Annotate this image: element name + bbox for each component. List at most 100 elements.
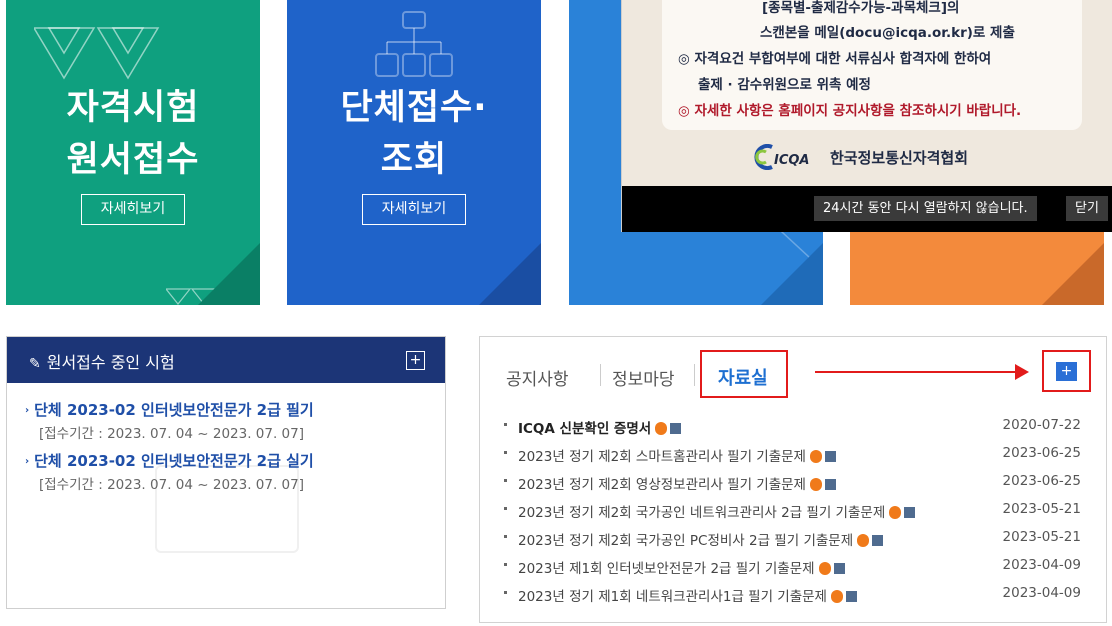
- disk-icon: [670, 423, 682, 434]
- post-title[interactable]: 2023년 정기 제2회 국가공인 PC정비사 2급 필기 기출문제: [518, 529, 884, 549]
- post-date: 2023-06-25: [1002, 445, 1081, 461]
- post-date: 2023-06-25: [1002, 473, 1081, 489]
- hot-icon: [889, 506, 902, 519]
- post-row[interactable]: 2023년 정기 제1회 네트워크관리사1급 필기 기출문제 2023-04-0…: [504, 583, 1081, 605]
- popup-text-line: ◎ 자세한 사항은 홈페이지 공지사항을 참조하시기 바랍니다.: [678, 103, 1022, 119]
- popup-close-button[interactable]: 닫기: [1066, 196, 1108, 221]
- post-title[interactable]: 2023년 정기 제2회 스마트홈관리사 필기 기출문제: [518, 445, 836, 465]
- exam-panel-title-text: 원서접수 중인 시험: [46, 353, 175, 372]
- board-more-button[interactable]: +: [1056, 362, 1077, 381]
- post-date: 2023-05-21: [1002, 501, 1081, 517]
- hot-icon: [809, 450, 822, 463]
- exam-list-item[interactable]: › 단체 2023-02 인터넷보안전문가 2급 실기 [접수기간 : 2023.…: [25, 450, 314, 493]
- post-row[interactable]: 2023년 정기 제2회 스마트홈관리사 필기 기출문제 2023-06-25: [504, 443, 1081, 465]
- tab-archive[interactable]: 자료실: [718, 364, 768, 390]
- disk-icon: [824, 479, 836, 490]
- post-date: 2023-05-21: [1002, 529, 1081, 545]
- bullet-icon: [504, 423, 507, 426]
- post-title[interactable]: ICQA 신분확인 증명서: [518, 417, 682, 437]
- exam-item-period: [접수기간 : 2023. 07. 04 ~ 2023. 07. 07]: [39, 477, 304, 493]
- notice-popup: [종목별-출제감수가능-과목체크]의 스캔본을 메일(docu@icqa.or.…: [621, 0, 1112, 232]
- tile-title-line: 단체접수·: [340, 88, 488, 128]
- hot-icon: [655, 422, 668, 435]
- disk-icon: [833, 563, 845, 574]
- exam-item-title[interactable]: › 단체 2023-02 인터넷보안전문가 2급 실기: [25, 450, 314, 471]
- post-title[interactable]: 2023년 제1회 인터넷보안전문가 2급 필기 기출문제: [518, 557, 845, 577]
- post-title-text: 2023년 제1회 인터넷보안전문가 2급 필기 기출문제: [518, 561, 815, 577]
- popup-text-line: 출제 · 감수위원으로 위촉 예정: [698, 77, 871, 93]
- exam-item-title-text: 단체 2023-02 인터넷보안전문가 2급 필기: [34, 401, 314, 419]
- apply-detail-button[interactable]: 자세히보기: [81, 194, 185, 225]
- tile-title-line: 원서접수: [66, 140, 200, 180]
- exam-item-title-text: 단체 2023-02 인터넷보안전문가 2급 실기: [34, 452, 314, 470]
- bullet-icon: [504, 479, 507, 482]
- org-chart-icon: [375, 11, 453, 77]
- chevron-right-icon: ›: [25, 405, 30, 416]
- group-detail-button[interactable]: 자세히보기: [362, 194, 466, 225]
- hot-icon: [809, 478, 822, 491]
- more-button-highlight: +: [1042, 350, 1091, 392]
- post-title[interactable]: 2023년 정기 제2회 국가공인 네트워크관리사 2급 필기 기출문제: [518, 501, 916, 521]
- popup-text-line: [종목별-출제감수가능-과목체크]의: [762, 0, 960, 16]
- hot-icon: [857, 534, 870, 547]
- annotation-arrow-line: [815, 371, 1017, 373]
- icqa-logo: ICQA 한국정보통신자격협회: [750, 142, 968, 172]
- post-title-text: 2023년 정기 제2회 스마트홈관리사 필기 기출문제: [518, 449, 806, 465]
- post-row[interactable]: 2023년 정기 제2회 영상정보관리사 필기 기출문제 2023-06-25: [504, 471, 1081, 493]
- disk-icon: [845, 591, 857, 602]
- popup-text-line: ◎ 자격요건 부합여부에 대한 서류심사 합격자에 한하여: [678, 51, 992, 67]
- pencil-icon: ✎: [29, 356, 41, 372]
- bullet-icon: [504, 563, 507, 566]
- post-row[interactable]: ICQA 신분확인 증명서 2020-07-22: [504, 415, 1081, 437]
- tile-group-application-title: 단체접수· 조회: [287, 82, 541, 186]
- bullet-icon: [504, 591, 507, 594]
- tab-divider: [600, 364, 601, 386]
- post-row[interactable]: 2023년 정기 제2회 국가공인 네트워크관리사 2급 필기 기출문제 202…: [504, 499, 1081, 521]
- bullet-icon: [504, 451, 507, 454]
- hot-icon: [818, 562, 831, 575]
- tile-title-line: 조회: [380, 140, 448, 180]
- post-row[interactable]: 2023년 정기 제2회 국가공인 PC정비사 2급 필기 기출문제 2023-…: [504, 527, 1081, 549]
- tile-corner-decoration: [479, 243, 541, 305]
- bullet-icon: [504, 507, 507, 510]
- hide-24h-button[interactable]: 24시간 동안 다시 열람하지 않습니다.: [814, 196, 1037, 221]
- icqa-logo-text: 한국정보통신자격협회: [830, 148, 969, 167]
- post-date: 2023-04-09: [1002, 585, 1081, 601]
- disk-icon: [872, 535, 884, 546]
- tile-exam-application-title: 자격시험 원서접수: [6, 82, 260, 186]
- tab-info[interactable]: 정보마당: [612, 365, 675, 390]
- tile-exam-application[interactable]: 자격시험 원서접수 자세히보기: [6, 0, 260, 305]
- exam-more-button[interactable]: +: [406, 351, 425, 370]
- post-row[interactable]: 2023년 제1회 인터넷보안전문가 2급 필기 기출문제 2023-04-09: [504, 555, 1081, 577]
- exam-panel-header: ✎ 원서접수 중인 시험 +: [7, 337, 445, 383]
- exam-item-period: [접수기간 : 2023. 07. 04 ~ 2023. 07. 07]: [39, 426, 304, 442]
- exam-item-title[interactable]: › 단체 2023-02 인터넷보안전문가 2급 필기: [25, 399, 314, 420]
- post-title[interactable]: 2023년 정기 제2회 영상정보관리사 필기 기출문제: [518, 473, 836, 493]
- tab-archive-highlight[interactable]: 자료실: [700, 350, 788, 398]
- board-panel: 공지사항 정보마당 자료실 + ICQA 신분확인 증명서 2020-07-22…: [479, 336, 1107, 623]
- hot-icon: [830, 590, 843, 603]
- popup-control-bar: 24시간 동안 다시 열람하지 않습니다. 닫기: [622, 186, 1112, 232]
- annotation-arrow-head-icon: [1015, 364, 1029, 380]
- tile-title-line: 자격시험: [66, 88, 200, 128]
- disk-icon: [824, 451, 836, 462]
- post-title-text: 2023년 정기 제2회 국가공인 PC정비사 2급 필기 기출문제: [518, 533, 854, 549]
- popup-content-card: [종목별-출제감수가능-과목체크]의 스캔본을 메일(docu@icqa.or.…: [662, 0, 1082, 130]
- bullet-icon: [504, 535, 507, 538]
- tab-divider: [694, 364, 695, 386]
- tile-corner-decoration: [1042, 243, 1104, 305]
- disk-icon: [904, 507, 916, 518]
- tile-corner-decoration: [198, 243, 260, 305]
- post-title-text: 2023년 정기 제2회 영상정보관리사 필기 기출문제: [518, 477, 806, 493]
- post-date: 2020-07-22: [1002, 417, 1081, 433]
- logo-mark-text: ICQA: [774, 153, 810, 168]
- tile-corner-decoration: [761, 243, 823, 305]
- triangle-pattern-icon: [34, 27, 160, 80]
- post-title-text: ICQA 신분확인 증명서: [518, 421, 652, 437]
- popup-text-line: 스캔본을 메일(docu@icqa.or.kr)로 제출: [760, 25, 1015, 41]
- post-title-text: 2023년 정기 제2회 국가공인 네트워크관리사 2급 필기 기출문제: [518, 505, 886, 521]
- tab-notice[interactable]: 공지사항: [506, 365, 569, 390]
- post-title[interactable]: 2023년 정기 제1회 네트워크관리사1급 필기 기출문제: [518, 585, 857, 605]
- tile-group-application[interactable]: 단체접수· 조회 자세히보기: [287, 0, 541, 305]
- exam-list-item[interactable]: › 단체 2023-02 인터넷보안전문가 2급 필기 [접수기간 : 2023.…: [25, 399, 314, 442]
